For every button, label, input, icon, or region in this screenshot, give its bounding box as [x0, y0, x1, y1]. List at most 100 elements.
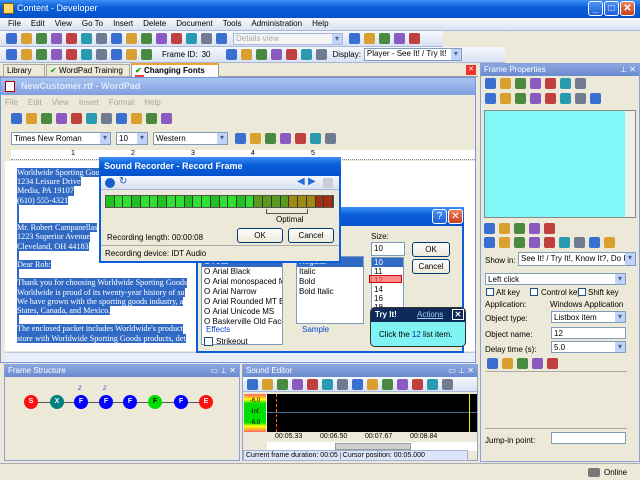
paste-icon[interactable] — [382, 379, 393, 390]
copy-icon[interactable] — [500, 78, 511, 89]
font-icon[interactable] — [545, 78, 556, 89]
menu-insert[interactable]: Insert — [113, 19, 133, 28]
font-dialog-close-button[interactable]: ✕ — [448, 209, 463, 224]
link-icon[interactable] — [575, 78, 586, 89]
help-button[interactable]: ? — [432, 209, 447, 224]
add-frame-icon[interactable] — [21, 49, 32, 60]
align-left-icon[interactable] — [295, 133, 306, 144]
save-icon[interactable] — [21, 33, 32, 44]
display-select[interactable]: Player - See It! / Try It! — [363, 48, 462, 61]
cut-icon[interactable] — [51, 33, 62, 44]
check-icon[interactable] — [484, 237, 495, 248]
wordpad-menu-insert[interactable]: Insert — [79, 98, 99, 107]
copy-icon[interactable] — [116, 113, 127, 124]
pin-close-icons[interactable]: ⊥ ✕ — [620, 65, 636, 74]
frame-node-f[interactable]: F — [174, 395, 188, 409]
align-center-icon[interactable] — [500, 93, 511, 104]
paste-icon[interactable] — [515, 78, 526, 89]
alt-key-checkbox[interactable] — [486, 288, 494, 296]
selection-start-marker[interactable] — [276, 394, 277, 432]
next-icon[interactable] — [256, 49, 268, 60]
find-icon[interactable] — [86, 113, 97, 124]
fit-icon[interactable] — [412, 379, 423, 390]
font-list-item[interactable]: Ο Arial Unicode MS — [202, 307, 282, 317]
panel-controls[interactable]: ▭ ⊥ ✕ — [448, 366, 474, 375]
wordpad-menu-help[interactable]: Help — [144, 98, 160, 107]
copy-icon[interactable] — [66, 33, 77, 44]
delay-time-select[interactable]: 5.0 — [551, 341, 626, 353]
font-list-item[interactable]: Ο Arial Black — [202, 267, 282, 277]
redo-icon[interactable] — [141, 33, 152, 44]
frame-node-f[interactable]: F — [99, 395, 113, 409]
split-vertical-icon[interactable] — [379, 33, 390, 44]
style-list-item[interactable]: Bold Italic — [297, 287, 363, 297]
align-right-icon[interactable] — [515, 93, 526, 104]
frame-node-s[interactable]: S — [24, 395, 38, 409]
help-icon[interactable] — [216, 33, 227, 44]
minimize-button[interactable]: _ — [588, 1, 603, 16]
print-icon[interactable] — [56, 113, 67, 124]
text-color-icon[interactable] — [590, 93, 601, 104]
actions-link[interactable]: Actions — [417, 310, 443, 319]
trim-icon[interactable] — [442, 379, 453, 390]
font-a-icon[interactable] — [604, 237, 615, 248]
font-ok-button[interactable]: OK — [412, 242, 450, 257]
delete-icon[interactable] — [96, 33, 107, 44]
font-name-select[interactable]: Times New Roman — [11, 132, 111, 145]
shield-icon[interactable] — [6, 49, 17, 60]
capture-icon[interactable] — [111, 49, 122, 60]
show-in-select[interactable]: See It! / Try It!, Know It?, Do It! — [518, 252, 636, 266]
copy-frame-icon[interactable] — [544, 237, 555, 248]
copy-icon[interactable] — [367, 379, 378, 390]
select-region-icon[interactable] — [487, 358, 498, 369]
align-right-icon[interactable] — [325, 133, 336, 144]
maximize-button[interactable]: □ — [604, 1, 619, 16]
unlink-icon[interactable] — [81, 49, 92, 60]
panel-controls[interactable]: ▭ ⊥ ✕ — [210, 366, 236, 375]
indent-icon[interactable] — [301, 49, 313, 60]
frame-edit-icon[interactable] — [529, 223, 540, 234]
size-list-item[interactable]: 10 — [372, 258, 403, 267]
grid-icon[interactable] — [323, 178, 333, 188]
key-icon[interactable] — [547, 358, 558, 369]
paste-icon[interactable] — [131, 113, 142, 124]
edit-note-icon[interactable] — [499, 223, 510, 234]
script-select[interactable]: Western — [153, 132, 228, 145]
menu-tools[interactable]: Tools — [223, 19, 242, 28]
menu-administration[interactable]: Administration — [251, 19, 302, 28]
menu-delete[interactable]: Delete — [143, 19, 166, 28]
strikeout-checkbox[interactable] — [204, 337, 213, 346]
next-icon[interactable]: ▶ — [308, 176, 316, 187]
hand-icon[interactable] — [514, 237, 525, 248]
delete-icon[interactable] — [397, 379, 408, 390]
frame-sound-icon[interactable] — [544, 223, 555, 234]
pause-icon[interactable] — [105, 178, 115, 188]
split-horizontal-icon[interactable] — [364, 33, 375, 44]
next-frame-icon[interactable] — [559, 237, 570, 248]
recorder-icon[interactable] — [532, 358, 543, 369]
menu-edit[interactable]: Edit — [31, 19, 45, 28]
color-icon[interactable] — [280, 133, 291, 144]
frame-down-icon[interactable] — [589, 237, 600, 248]
italic-icon[interactable] — [560, 93, 571, 104]
wordpad-menu-format[interactable]: Format — [109, 98, 134, 107]
remove-frame-icon[interactable] — [36, 49, 47, 60]
font-list-item[interactable]: Ο Arial Rounded MT Bol — [202, 297, 282, 307]
style-list-item[interactable]: Italic — [297, 267, 363, 277]
tree-icon[interactable] — [286, 49, 298, 60]
link-icon[interactable] — [66, 49, 77, 60]
highlight-box-icon[interactable] — [502, 358, 513, 369]
rerecord-icon[interactable]: ↻ — [119, 176, 127, 187]
font-list-item[interactable]: Ο Arial monospaced for S — [202, 277, 282, 287]
horizontal-scrollbar[interactable] — [5, 352, 475, 362]
insert-field-icon[interactable] — [560, 78, 571, 89]
align-left-icon[interactable] — [485, 93, 496, 104]
menu-document[interactable]: Document — [176, 19, 212, 28]
jump-in-point-input[interactable] — [551, 432, 626, 444]
mic-icon[interactable] — [292, 379, 303, 390]
size-input[interactable]: 10 — [371, 242, 405, 256]
open-icon[interactable] — [26, 113, 37, 124]
frame-red-icon[interactable] — [574, 237, 585, 248]
size-list-item[interactable]: 14 — [372, 285, 403, 294]
record-icon[interactable] — [277, 379, 288, 390]
